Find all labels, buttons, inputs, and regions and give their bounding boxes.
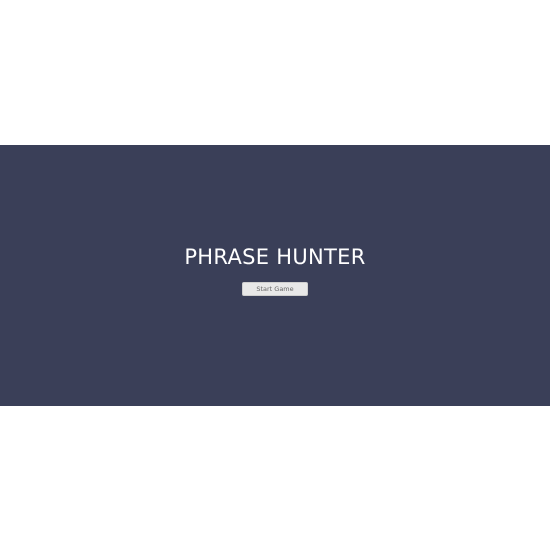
start-overlay: PHRASE HUNTER Start Game [0,145,550,406]
page: PHRASE HUNTER Start Game [0,0,550,550]
start-game-button[interactable]: Start Game [242,281,308,296]
game-title: PHRASE HUNTER [184,244,366,269]
